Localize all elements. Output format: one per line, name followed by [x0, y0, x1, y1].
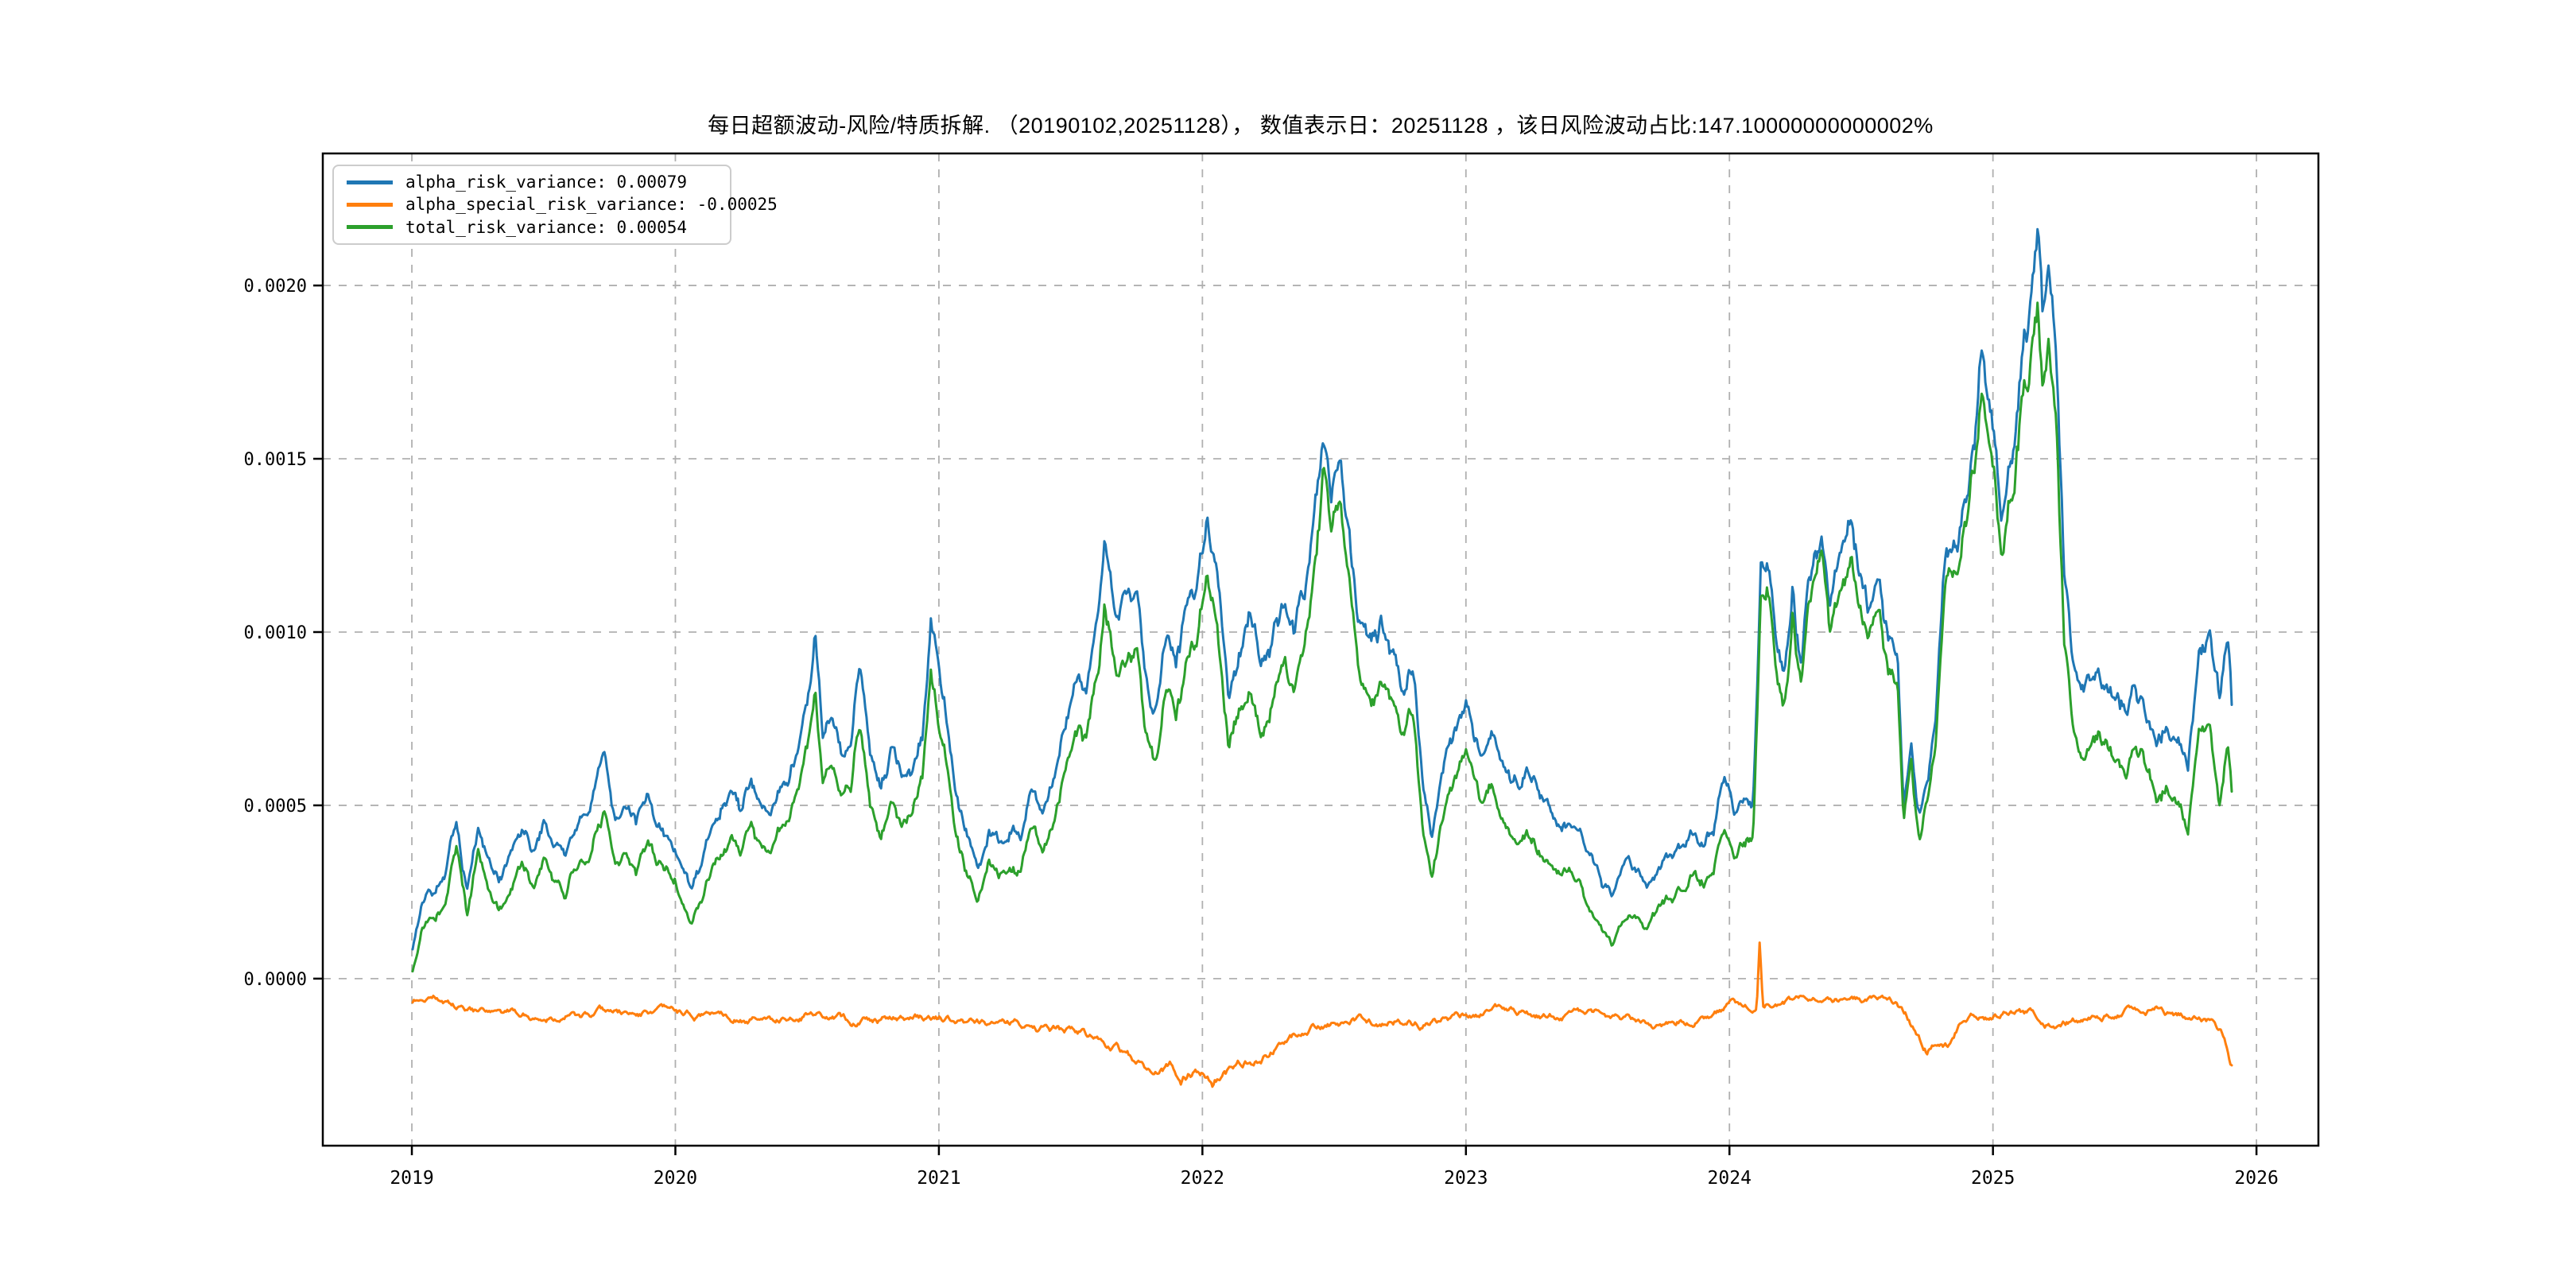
series-path-total_risk_variance — [413, 303, 2232, 972]
chart-figure: 2019 2020 2021 2022 2023 2024 2025 2026 0.0000 0.… — [0, 0, 2576, 1288]
x-tick-label: 2020 — [654, 1168, 697, 1189]
x-tick-label: 2022 — [1181, 1168, 1224, 1189]
x-tick-label: 2019 — [390, 1168, 433, 1189]
y-tick-label: 0.0005 — [244, 797, 307, 817]
x-tick-label: 2026 — [2234, 1168, 2278, 1189]
y-tick-label: 0.0010 — [244, 623, 307, 643]
legend-box: alpha_risk_variance: 0.00079 alpha_specia… — [332, 165, 731, 245]
legend-line-sample-icon — [347, 225, 393, 229]
x-tick-label: 2025 — [1971, 1168, 2015, 1189]
y-tick-label: 0.0020 — [244, 277, 307, 297]
chart-title: 每日超额波动-风险/特质拆解. （20190102,20251128）， 数值表… — [323, 108, 2318, 139]
legend-label: alpha_risk_variance: 0.00079 — [405, 173, 687, 192]
legend-label: total_risk_variance: 0.00054 — [405, 218, 687, 237]
series-path-alpha_risk_variance — [413, 229, 2232, 949]
legend-label: alpha_special_risk_variance: -0.00025 — [405, 195, 778, 214]
legend-line-sample-icon — [347, 203, 393, 207]
x-tick-label: 2024 — [1708, 1168, 1752, 1189]
plot-border — [323, 153, 2318, 1146]
x-tick-label: 2021 — [917, 1168, 960, 1189]
legend-item-alpha_risk_variance: alpha_risk_variance: 0.00079 — [334, 173, 730, 192]
x-tick-label: 2023 — [1444, 1168, 1488, 1189]
legend-item-total_risk_variance: total_risk_variance: 0.00054 — [334, 218, 730, 237]
y-tick-label: 0.0000 — [244, 970, 307, 990]
y-tick-label: 0.0015 — [244, 450, 307, 470]
legend-item-alpha_special_risk_variance: alpha_special_risk_variance: -0.00025 — [334, 195, 730, 214]
legend-line-sample-icon — [347, 180, 393, 184]
series-path-alpha_special_risk_variance — [413, 943, 2232, 1087]
